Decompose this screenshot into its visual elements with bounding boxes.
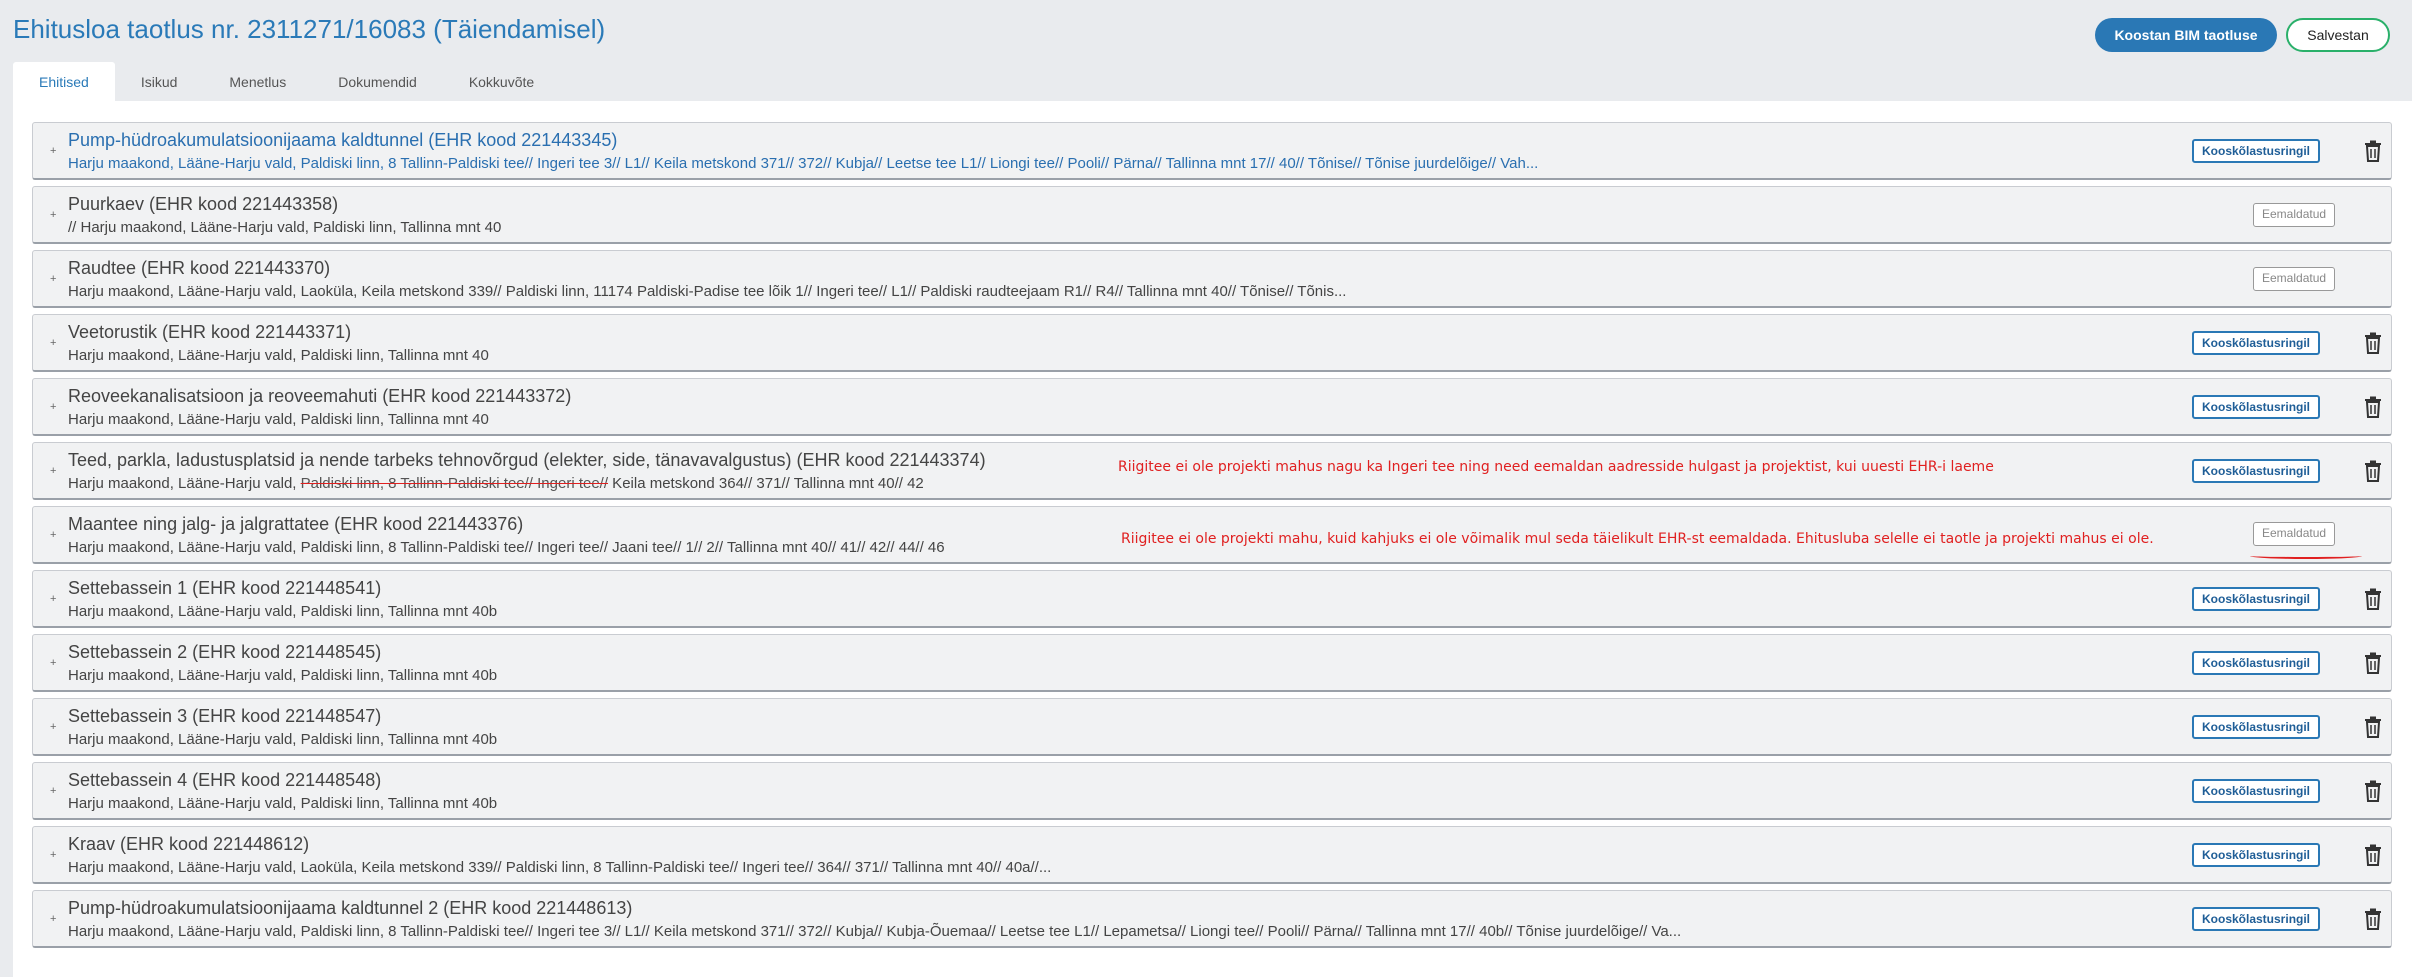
status-badge: Eemaldatud — [2253, 267, 2336, 291]
tab-kokkuvote[interactable]: Kokkuvõte — [443, 62, 560, 102]
building-row[interactable]: + Puurkaev (EHR kood 221443358) // Harju… — [32, 186, 2392, 244]
status-badge: Kooskõlastusringil — [2192, 843, 2321, 867]
status-badge: Kooskõlastusringil — [2192, 651, 2321, 675]
building-address: Harju maakond, Lääne-Harju vald, Paldisk… — [68, 795, 498, 812]
review-annotation: Riigitee ei ole projekti mahus nagu ka I… — [1118, 459, 1994, 475]
tab-menetlus[interactable]: Menetlus — [203, 62, 312, 102]
tab-isikud[interactable]: Isikud — [115, 62, 204, 102]
building-title[interactable]: Maantee ning jalg- ja jalgrattatee (EHR … — [68, 514, 523, 535]
tab-dokumendid[interactable]: Dokumendid — [312, 62, 443, 102]
page-title: Ehitusloa taotlus nr. 2311271/16083 (Täi… — [13, 14, 606, 44]
header: Ehitusloa taotlus nr. 2311271/16083 (Täi… — [0, 0, 2412, 104]
plus-icon[interactable]: + — [50, 594, 56, 605]
building-title[interactable]: Teed, parkla, ladustusplatsid ja nende t… — [68, 450, 986, 471]
building-title[interactable]: Veetorustik (EHR kood 221443371) — [68, 322, 351, 343]
building-title[interactable]: Settebassein 1 (EHR kood 221448541) — [68, 578, 381, 599]
building-row[interactable]: + Teed, parkla, ladustusplatsid ja nende… — [32, 442, 2392, 500]
status-badge: Kooskõlastusringil — [2192, 715, 2321, 739]
building-address: Harju maakond, Lääne-Harju vald, Paldisk… — [68, 475, 924, 492]
status-badge: Kooskõlastusringil — [2192, 779, 2321, 803]
review-annotation: Riigitee ei ole projekti mahu, kuid kahj… — [1121, 531, 2154, 547]
create-bim-application-button[interactable]: Koostan BIM taotluse — [2095, 18, 2277, 52]
building-row[interactable]: + Reoveekanalisatsioon ja reoveemahuti (… — [32, 378, 2392, 436]
address-suffix: Keila metskond 364// 371// Tallinna mnt … — [608, 475, 924, 492]
annotation-underline — [2250, 553, 2362, 559]
building-address: Harju maakond, Lääne-Harju vald, Paldisk… — [68, 667, 498, 684]
building-row[interactable]: + Maantee ning jalg- ja jalgrattatee (EH… — [32, 506, 2392, 564]
building-row[interactable]: + Kraav (EHR kood 221448612) Harju maako… — [32, 826, 2392, 884]
trash-icon[interactable] — [2364, 780, 2382, 802]
trash-icon[interactable] — [2364, 908, 2382, 930]
trash-icon[interactable] — [2364, 844, 2382, 866]
building-row[interactable]: + Settebassein 4 (EHR kood 221448548) Ha… — [32, 762, 2392, 820]
building-address: Harju maakond, Lääne-Harju vald, Paldisk… — [68, 923, 1682, 940]
building-title[interactable]: Settebassein 2 (EHR kood 221448545) — [68, 642, 381, 663]
tab-bar: Ehitised Isikud Menetlus Dokumendid Kokk… — [13, 62, 560, 102]
plus-icon[interactable]: + — [50, 274, 56, 285]
building-address: Harju maakond, Lääne-Harju vald, Paldisk… — [68, 731, 498, 748]
building-address: Harju maakond, Lääne-Harju vald, Laoküla… — [68, 859, 1052, 876]
building-row[interactable]: + Settebassein 1 (EHR kood 221448541) Ha… — [32, 570, 2392, 628]
status-badge: Kooskõlastusringil — [2192, 587, 2321, 611]
building-title[interactable]: Raudtee (EHR kood 221443370) — [68, 258, 330, 279]
plus-icon[interactable]: + — [50, 722, 56, 733]
trash-icon[interactable] — [2364, 332, 2382, 354]
plus-icon[interactable]: + — [50, 146, 56, 157]
status-badge: Kooskõlastusringil — [2192, 907, 2321, 931]
plus-icon[interactable]: + — [50, 786, 56, 797]
building-title[interactable]: Reoveekanalisatsioon ja reoveemahuti (EH… — [68, 386, 571, 407]
building-address: Harju maakond, Lääne-Harju vald, Paldisk… — [68, 411, 489, 428]
trash-icon[interactable] — [2364, 460, 2382, 482]
building-row[interactable]: + Veetorustik (EHR kood 221443371) Harju… — [32, 314, 2392, 372]
building-address: Harju maakond, Lääne-Harju vald, Paldisk… — [68, 539, 945, 556]
trash-icon[interactable] — [2364, 588, 2382, 610]
trash-icon[interactable] — [2364, 652, 2382, 674]
status-badge: Kooskõlastusringil — [2192, 459, 2321, 483]
status-badge: Eemaldatud — [2253, 203, 2336, 227]
building-row[interactable]: + Settebassein 3 (EHR kood 221448547) Ha… — [32, 698, 2392, 756]
building-title[interactable]: Settebassein 4 (EHR kood 221448548) — [68, 770, 381, 791]
trash-icon[interactable] — [2364, 396, 2382, 418]
building-address: Harju maakond, Lääne-Harju vald, Laoküla… — [68, 283, 1347, 300]
building-address: Harju maakond, Lääne-Harju vald, Paldisk… — [68, 347, 489, 364]
building-row[interactable]: + Pump-hüdroakumulatsioonijaama kaldtunn… — [32, 122, 2392, 180]
building-address: Harju maakond, Lääne-Harju vald, Paldisk… — [68, 155, 1539, 172]
building-title[interactable]: Kraav (EHR kood 221448612) — [68, 834, 309, 855]
building-address: Harju maakond, Lääne-Harju vald, Paldisk… — [68, 603, 498, 620]
status-badge: Kooskõlastusringil — [2192, 331, 2321, 355]
status-badge: Eemaldatud — [2253, 522, 2336, 546]
plus-icon[interactable]: + — [50, 210, 56, 221]
status-badge: Kooskõlastusringil — [2192, 395, 2321, 419]
plus-icon[interactable]: + — [50, 402, 56, 413]
plus-icon[interactable]: + — [50, 338, 56, 349]
address-struck: Paldiski linn, 8 Tallinn-Paldiski tee// … — [300, 475, 609, 492]
address-prefix: Harju maakond, Lääne-Harju vald, — [68, 475, 301, 492]
save-button[interactable]: Salvestan — [2286, 18, 2390, 52]
plus-icon[interactable]: + — [50, 530, 56, 541]
building-title[interactable]: Puurkaev (EHR kood 221443358) — [68, 194, 338, 215]
status-badge: Kooskõlastusringil — [2192, 139, 2321, 163]
trash-icon[interactable] — [2364, 140, 2382, 162]
building-row[interactable]: + Raudtee (EHR kood 221443370) Harju maa… — [32, 250, 2392, 308]
building-title[interactable]: Settebassein 3 (EHR kood 221448547) — [68, 706, 381, 727]
building-row[interactable]: + Settebassein 2 (EHR kood 221448545) Ha… — [32, 634, 2392, 692]
plus-icon[interactable]: + — [50, 466, 56, 477]
plus-icon[interactable]: + — [50, 658, 56, 669]
building-row[interactable]: + Pump-hüdroakumulatsioonijaama kaldtunn… — [32, 890, 2392, 948]
building-title[interactable]: Pump-hüdroakumulatsioonijaama kaldtunnel… — [68, 130, 617, 151]
plus-icon[interactable]: + — [50, 850, 56, 861]
plus-icon[interactable]: + — [50, 914, 56, 925]
building-title[interactable]: Pump-hüdroakumulatsioonijaama kaldtunnel… — [68, 898, 632, 919]
trash-icon[interactable] — [2364, 716, 2382, 738]
tab-ehitised[interactable]: Ehitised — [13, 62, 115, 102]
building-address: // Harju maakond, Lääne-Harju vald, Pald… — [68, 219, 502, 236]
